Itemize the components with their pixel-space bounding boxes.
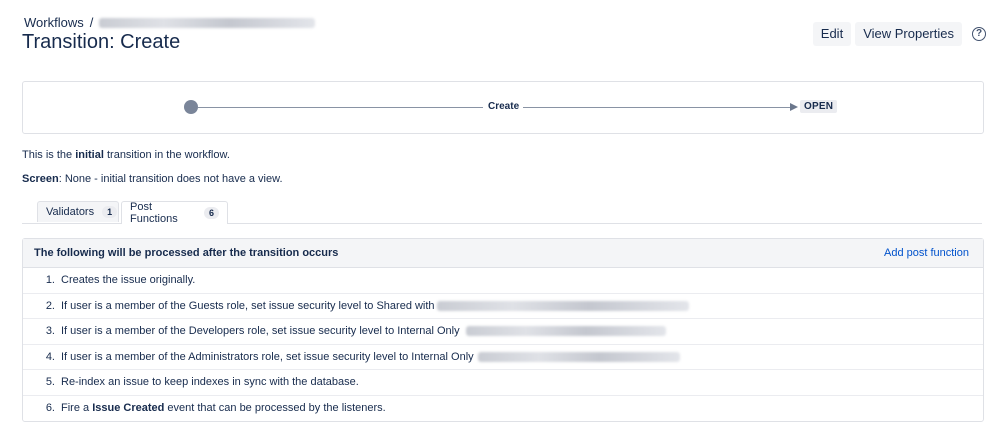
screen-info: Screen: None - initial transition does n…	[22, 173, 283, 185]
list-item: 2. If user is a member of the Guests rol…	[23, 294, 983, 319]
page-title: Transition: Create	[22, 31, 181, 53]
tab-post-functions[interactable]: Post Functions 6	[121, 201, 228, 225]
step-text: If user is a member of the Developers ro…	[61, 325, 460, 338]
tab-validators-count: 1	[102, 206, 118, 218]
tab-validators-label: Validators	[46, 206, 95, 218]
screen-label: Screen	[22, 173, 59, 185]
step-text: If user is a member of the Administrator…	[61, 350, 474, 363]
arrow-head-icon	[790, 103, 798, 111]
transition-diagram: Create OPEN	[22, 81, 984, 134]
list-item: 1. Creates the issue originally.	[23, 268, 983, 294]
redacted-security-level	[465, 326, 666, 337]
step-number: 3.	[45, 325, 55, 338]
top-actions: Edit View Properties ?	[812, 22, 986, 46]
redacted-security-level	[477, 351, 680, 362]
step-number: 4.	[45, 350, 55, 363]
panel-header: The following will be processed after th…	[23, 239, 983, 268]
list-item: 6. Fire a Issue Created event that can b…	[23, 396, 983, 422]
help-icon[interactable]: ?	[972, 27, 986, 41]
step-text-pre: Fire a	[61, 402, 90, 415]
info-bold: initial	[75, 149, 104, 161]
redacted-workflow-name[interactable]	[99, 17, 316, 28]
panel-header-title: The following will be processed after th…	[34, 247, 339, 259]
add-post-function-link[interactable]: Add post function	[884, 247, 969, 259]
list-item: 3. If user is a member of the Developers…	[23, 319, 983, 345]
step-text: Re-index an issue to keep indexes in syn…	[61, 376, 359, 389]
info-suffix: transition in the workflow.	[103, 149, 230, 161]
list-item: 4. If user is a member of the Administra…	[23, 345, 983, 370]
step-number: 1.	[45, 274, 55, 287]
diagram-line-left	[198, 107, 483, 108]
step-number: 2.	[45, 299, 55, 312]
step-text: Creates the issue originally.	[61, 274, 196, 287]
info-prefix: This is the	[22, 149, 76, 161]
post-function-list: 1. Creates the issue originally. 2. If u…	[23, 268, 983, 421]
step-text-post: event that can be processed by the liste…	[167, 402, 386, 415]
diagram-status-open: OPEN	[800, 100, 838, 113]
breadcrumb-separator: /	[89, 15, 94, 30]
list-item: 5. Re-index an issue to keep indexes in …	[23, 370, 983, 396]
breadcrumb-workflows-link[interactable]: Workflows	[24, 15, 84, 30]
event-name: Issue Created	[92, 402, 165, 415]
tab-validators[interactable]: Validators 1	[37, 201, 119, 222]
diagram-transition-label: Create	[488, 101, 520, 112]
tab-post-functions-count: 6	[203, 207, 219, 219]
post-functions-panel: The following will be processed after th…	[22, 238, 984, 422]
tab-bar: Validators 1 Post Functions 6	[22, 201, 982, 225]
transition-info: This is the initial transition in the wo…	[22, 149, 230, 161]
diagram-line-right	[523, 107, 791, 108]
step-number: 6.	[45, 402, 55, 415]
step-text: If user is a member of the Guests role, …	[61, 299, 435, 312]
initial-node-dot	[184, 100, 198, 114]
view-properties-button[interactable]: View Properties	[855, 22, 962, 46]
redacted-security-level	[436, 300, 689, 311]
edit-button[interactable]: Edit	[812, 22, 852, 46]
tab-post-functions-label: Post Functions	[130, 201, 178, 225]
step-number: 5.	[45, 376, 55, 389]
breadcrumb: Workflows /	[24, 15, 316, 30]
screen-value: : None - initial transition does not hav…	[58, 173, 283, 185]
